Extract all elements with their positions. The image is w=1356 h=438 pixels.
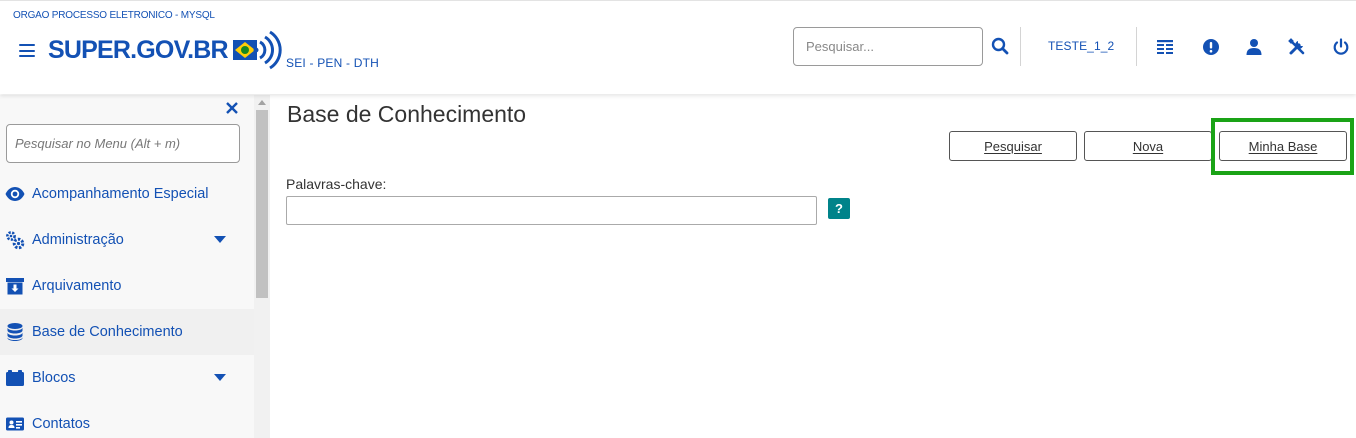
header-divider [1136, 27, 1137, 66]
scroll-up-arrow-icon[interactable] [258, 100, 266, 105]
gears-icon [6, 231, 25, 250]
user-icon[interactable] [1245, 38, 1263, 56]
sidebar-item-label: Blocos [32, 370, 76, 386]
sidebar-item-base-de-conhecimento[interactable]: Base de Conhecimento [0, 309, 254, 355]
close-icon[interactable] [226, 102, 238, 114]
logo[interactable]: SUPER.GOV.BR [48, 27, 282, 73]
header-search-input[interactable] [793, 27, 983, 66]
logo-text: SUPER [48, 35, 131, 64]
scrollbar-thumb[interactable] [256, 110, 268, 298]
minha-base-button[interactable]: Minha Base [1219, 131, 1347, 161]
sidebar-item-label: Administração [32, 232, 124, 248]
unit-name[interactable]: TESTE_1_2 [1048, 39, 1114, 53]
sidebar-item-acompanhamento-especial[interactable]: Acompanhamento Especial [0, 171, 254, 217]
sidebar-item-arquivamento[interactable]: Arquivamento [0, 263, 254, 309]
sidebar-item-administracao[interactable]: Administração [0, 217, 254, 263]
nova-button[interactable]: Nova [1084, 131, 1212, 161]
sidebar-item-contatos[interactable]: Contatos [0, 401, 254, 438]
search-icon[interactable] [991, 37, 1009, 55]
eye-icon [5, 187, 25, 201]
keywords-input[interactable] [286, 196, 817, 225]
menu-icon[interactable] [19, 44, 35, 57]
keywords-label: Palavras-chave: [286, 176, 387, 192]
logo-text-suffix: .GOV.BR [130, 35, 228, 64]
blocks-icon [6, 370, 24, 386]
header-divider [1020, 27, 1021, 66]
sidebar-item-label: Arquivamento [32, 278, 122, 294]
org-name: ORGAO PROCESSO ELETRONICO - MYSQL [13, 10, 215, 21]
sidebar-item-label: Contatos [32, 416, 91, 432]
database-icon [7, 323, 23, 341]
grid-list-icon[interactable] [1156, 38, 1174, 56]
sidebar: Acompanhamento Especial Administração Ar… [0, 95, 270, 438]
top-header: ORGAO PROCESSO ELETRONICO - MYSQL SUPER.… [0, 0, 1356, 94]
page-title: Base de Conhecimento [287, 101, 527, 127]
system-tag: SEI - PEN - DTH [286, 56, 380, 70]
help-button[interactable]: ? [828, 198, 850, 219]
tools-icon[interactable] [1288, 38, 1306, 56]
chevron-down-icon[interactable] [214, 236, 226, 243]
archive-icon [6, 278, 24, 295]
logo-emblem-icon [232, 30, 282, 70]
menu-search-input[interactable] [6, 124, 240, 163]
power-icon[interactable] [1332, 38, 1350, 56]
contact-card-icon [6, 417, 24, 431]
alert-icon[interactable] [1202, 38, 1220, 56]
chevron-down-icon[interactable] [214, 374, 226, 381]
pesquisar-button[interactable]: Pesquisar [949, 131, 1077, 161]
sidebar-item-label: Base de Conhecimento [32, 324, 183, 340]
sidebar-item-label: Acompanhamento Especial [32, 186, 209, 202]
sidebar-item-blocos[interactable]: Blocos [0, 355, 254, 401]
sidebar-scrollbar[interactable] [254, 95, 270, 438]
